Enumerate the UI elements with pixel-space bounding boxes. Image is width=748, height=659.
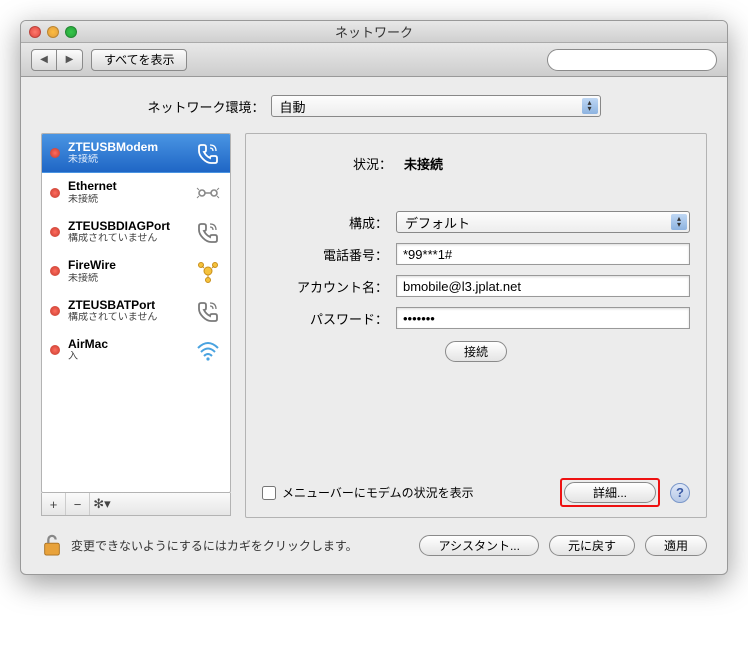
sidebar-item-zteusbdiagport[interactable]: ZTEUSBDIAGPort 構成されていません	[42, 213, 230, 252]
status-dot-icon	[50, 266, 60, 276]
phone-icon	[194, 141, 222, 165]
remove-service-button[interactable]: −	[66, 493, 90, 515]
password-row: パスワード：	[262, 307, 690, 329]
revert-button[interactable]: 元に戻す	[549, 535, 635, 556]
location-value: 自動	[280, 97, 306, 116]
content: ネットワーク環境： 自動 ZTEUSBModem 未接続 Ethernet 未接…	[21, 77, 727, 574]
back-button[interactable]: ◀	[31, 49, 57, 71]
sidebar-item-status: 構成されていません	[68, 233, 186, 245]
sidebar-item-status: 入	[68, 351, 186, 363]
sidebar-item-name: Ethernet	[68, 179, 186, 193]
lock-area[interactable]: 変更できないようにするにはカギをクリックします。	[41, 532, 358, 558]
password-label: パスワード：	[262, 309, 388, 328]
config-popup[interactable]: デフォルト	[396, 211, 690, 233]
sidebar-item-status: 構成されていません	[68, 312, 186, 324]
phone-row: 電話番号：	[262, 243, 690, 265]
account-row: アカウント名：	[262, 275, 690, 297]
sidebar-item-text: Ethernet 未接続	[68, 179, 186, 205]
sidebar-item-name: ZTEUSBModem	[68, 140, 186, 154]
window-title: ネットワーク	[21, 22, 727, 41]
sidebar-wrap: ZTEUSBModem 未接続 Ethernet 未接続 ZTEUSBDIAGP…	[41, 133, 231, 518]
sidebar-item-name: ZTEUSBATPort	[68, 298, 186, 312]
preferences-window: ネットワーク ◀ ▶ すべてを表示 ネットワーク環境： 自動 ZTEUSBMod…	[20, 20, 728, 575]
show-all-button[interactable]: すべてを表示	[91, 49, 187, 71]
toolbar: ◀ ▶ すべてを表示	[21, 43, 727, 77]
location-row: ネットワーク環境： 自動	[41, 95, 707, 117]
lock-text: 変更できないようにするにはカギをクリックします。	[71, 537, 358, 554]
location-popup[interactable]: 自動	[271, 95, 601, 117]
sidebar-item-status: 未接続	[68, 194, 186, 206]
footer: 変更できないようにするにはカギをクリックします。 アシスタント... 元に戻す …	[41, 532, 707, 558]
nav-buttons: ◀ ▶	[31, 49, 83, 71]
status-dot-icon	[50, 188, 60, 198]
phone-icon	[194, 299, 222, 323]
status-dot-icon	[50, 345, 60, 355]
sidebar-footer: + − ✻▾	[41, 493, 231, 516]
sidebar-item-ethernet[interactable]: Ethernet 未接続	[42, 173, 230, 212]
sidebar-item-airmac[interactable]: AirMac 入	[42, 331, 230, 370]
menubar-checkbox[interactable]	[262, 486, 276, 500]
service-actions-button[interactable]: ✻▾	[90, 493, 114, 515]
sidebar-item-status: 未接続	[68, 154, 186, 166]
status-value: 未接続	[404, 154, 443, 173]
search-input[interactable]	[560, 53, 715, 67]
sidebar-item-text: FireWire 未接続	[68, 258, 186, 284]
account-label: アカウント名：	[262, 277, 388, 296]
password-input[interactable]	[396, 307, 690, 329]
popup-arrows-icon	[671, 214, 687, 230]
connect-row: 接続	[262, 341, 690, 362]
sidebar-item-text: ZTEUSBModem 未接続	[68, 140, 186, 166]
status-dot-icon	[50, 148, 60, 158]
sidebar-item-name: FireWire	[68, 258, 186, 272]
menubar-text: メニューバーにモデムの状況を表示	[282, 484, 474, 501]
sidebar-item-text: ZTEUSBATPort 構成されていません	[68, 298, 186, 324]
status-dot-icon	[50, 227, 60, 237]
config-value: デフォルト	[405, 213, 470, 232]
advanced-highlight: 詳細...	[560, 478, 660, 507]
titlebar: ネットワーク	[21, 21, 727, 43]
status-label: 状況：	[332, 154, 392, 173]
config-label: 構成：	[262, 213, 388, 232]
menubar-checkbox-label[interactable]: メニューバーにモデムの状況を表示	[262, 484, 474, 501]
sidebar-item-status: 未接続	[68, 273, 186, 285]
ethernet-icon	[194, 181, 222, 205]
advanced-button[interactable]: 詳細...	[564, 482, 656, 503]
main-row: ZTEUSBModem 未接続 Ethernet 未接続 ZTEUSBDIAGP…	[41, 133, 707, 518]
assistant-button[interactable]: アシスタント...	[419, 535, 539, 556]
service-list[interactable]: ZTEUSBModem 未接続 Ethernet 未接続 ZTEUSBDIAGP…	[41, 133, 231, 493]
add-service-button[interactable]: +	[42, 493, 66, 515]
phone-input[interactable]	[396, 243, 690, 265]
status-row: 状況： 未接続	[332, 154, 690, 173]
phone-icon	[194, 220, 222, 244]
sidebar-item-name: AirMac	[68, 337, 186, 351]
phone-label: 電話番号：	[262, 245, 388, 264]
firewire-icon	[194, 259, 222, 283]
sidebar-item-name: ZTEUSBDIAGPort	[68, 219, 186, 233]
status-dot-icon	[50, 306, 60, 316]
wifi-icon	[194, 338, 222, 362]
account-input[interactable]	[396, 275, 690, 297]
location-label: ネットワーク環境：	[147, 97, 264, 116]
popup-arrows-icon	[582, 98, 598, 114]
connect-button[interactable]: 接続	[445, 341, 507, 362]
unlock-icon	[41, 532, 63, 558]
sidebar-item-firewire[interactable]: FireWire 未接続	[42, 252, 230, 291]
search-field[interactable]	[547, 49, 717, 71]
config-row: 構成： デフォルト	[262, 211, 690, 233]
sidebar-item-zteusbatport[interactable]: ZTEUSBATPort 構成されていません	[42, 292, 230, 331]
forward-button[interactable]: ▶	[57, 49, 83, 71]
detail-panel: 状況： 未接続 構成： デフォルト 電話番号： アカウント名：	[245, 133, 707, 518]
sidebar-item-text: AirMac 入	[68, 337, 186, 363]
detail-footer: メニューバーにモデムの状況を表示 詳細... ?	[262, 478, 690, 507]
apply-button[interactable]: 適用	[645, 535, 707, 556]
sidebar-item-text: ZTEUSBDIAGPort 構成されていません	[68, 219, 186, 245]
sidebar-item-zteusbmodem[interactable]: ZTEUSBModem 未接続	[42, 134, 230, 173]
help-button[interactable]: ?	[670, 483, 690, 503]
